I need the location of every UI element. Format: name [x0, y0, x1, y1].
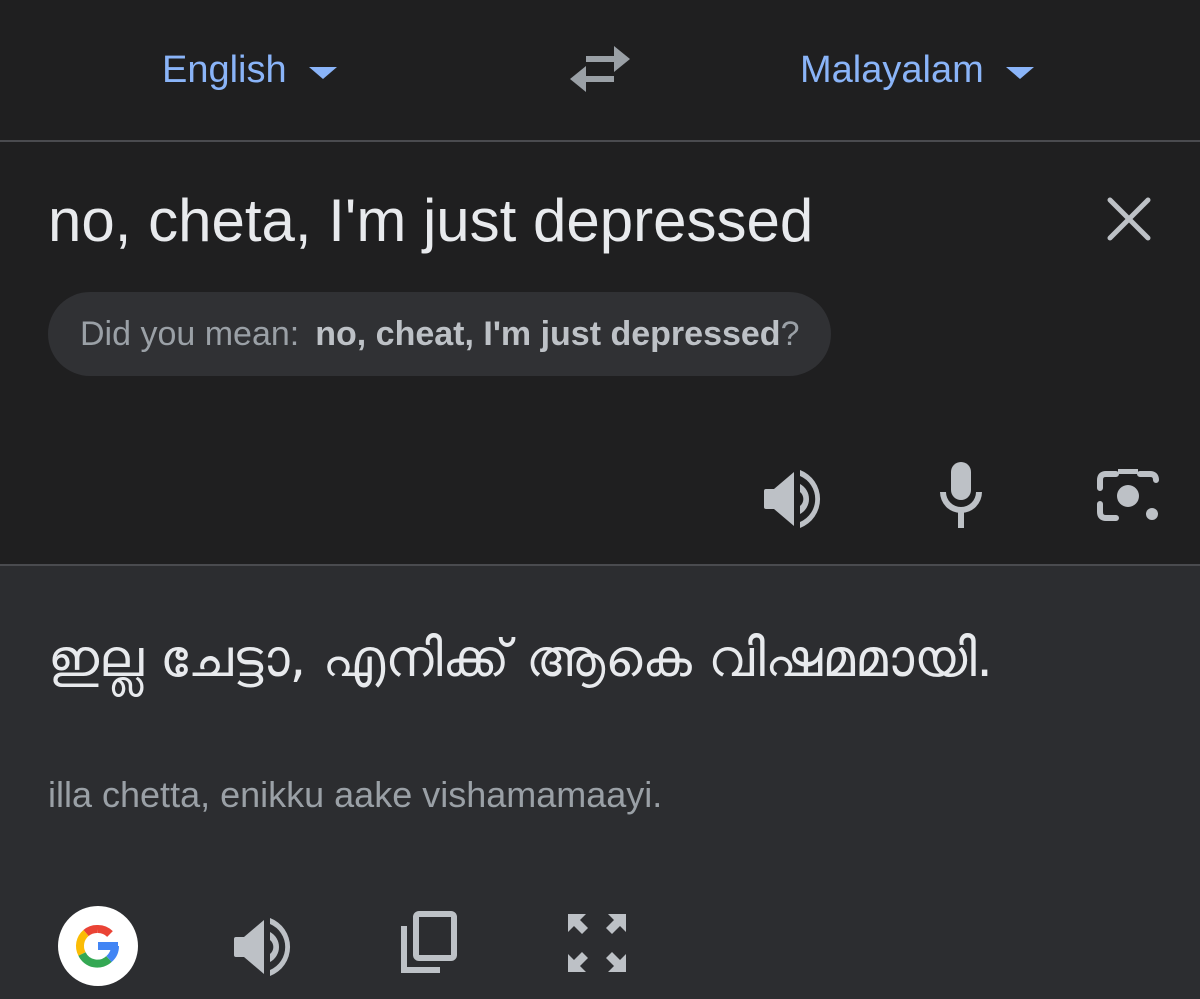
- target-language-label: Malayalam: [800, 48, 984, 91]
- output-panel: ഇല്ല ചേട്ടാ, എനിക്ക് ആകെ വിഷമമായി. illa …: [0, 566, 1200, 999]
- listen-source-button[interactable]: [760, 466, 826, 532]
- microphone-icon: [940, 462, 982, 528]
- voice-input-button[interactable]: [932, 460, 990, 528]
- speaker-icon: [234, 918, 291, 976]
- suggested-text: no, cheat, I'm just depressed: [315, 314, 781, 353]
- google-logo-icon: [76, 925, 120, 968]
- source-text-input[interactable]: no, cheta, I'm just depressed: [48, 186, 813, 255]
- close-icon: [1107, 197, 1151, 241]
- swap-languages-button[interactable]: [568, 44, 632, 96]
- fullscreen-icon: [568, 914, 626, 972]
- input-panel: no, cheta, I'm just depressed Did you me…: [0, 142, 1200, 566]
- google-search-button[interactable]: [58, 906, 138, 986]
- listen-translation-button[interactable]: [230, 914, 296, 980]
- copy-translation-button[interactable]: [398, 910, 460, 976]
- transliteration-text: illa chetta, enikku aake vishamamaayi.: [48, 774, 663, 815]
- target-language-selector[interactable]: Malayalam: [800, 44, 1034, 96]
- did-you-mean-label: Did you mean:: [80, 314, 300, 353]
- chevron-down-icon: [1005, 67, 1034, 79]
- swap-arrows-icon: [570, 46, 630, 92]
- source-language-selector[interactable]: English: [162, 44, 337, 96]
- language-bar: English Malayalam: [0, 0, 1200, 142]
- camera-lens-icon: [1097, 469, 1159, 521]
- fullscreen-button[interactable]: [566, 912, 628, 974]
- translated-text: ഇല്ല ചേട്ടാ, എനിക്ക് ആകെ വിഷമമായി.: [48, 629, 993, 689]
- camera-translate-button[interactable]: [1096, 466, 1162, 526]
- did-you-mean-chip[interactable]: Did you mean: no, cheat, I'm just depres…: [48, 292, 832, 376]
- source-language-label: English: [162, 48, 287, 91]
- clear-input-button[interactable]: [1102, 192, 1156, 246]
- suggestion-question-mark: ?: [780, 314, 800, 353]
- chevron-down-icon: [308, 67, 337, 79]
- speaker-icon: [764, 470, 821, 528]
- copy-icon: [401, 911, 457, 973]
